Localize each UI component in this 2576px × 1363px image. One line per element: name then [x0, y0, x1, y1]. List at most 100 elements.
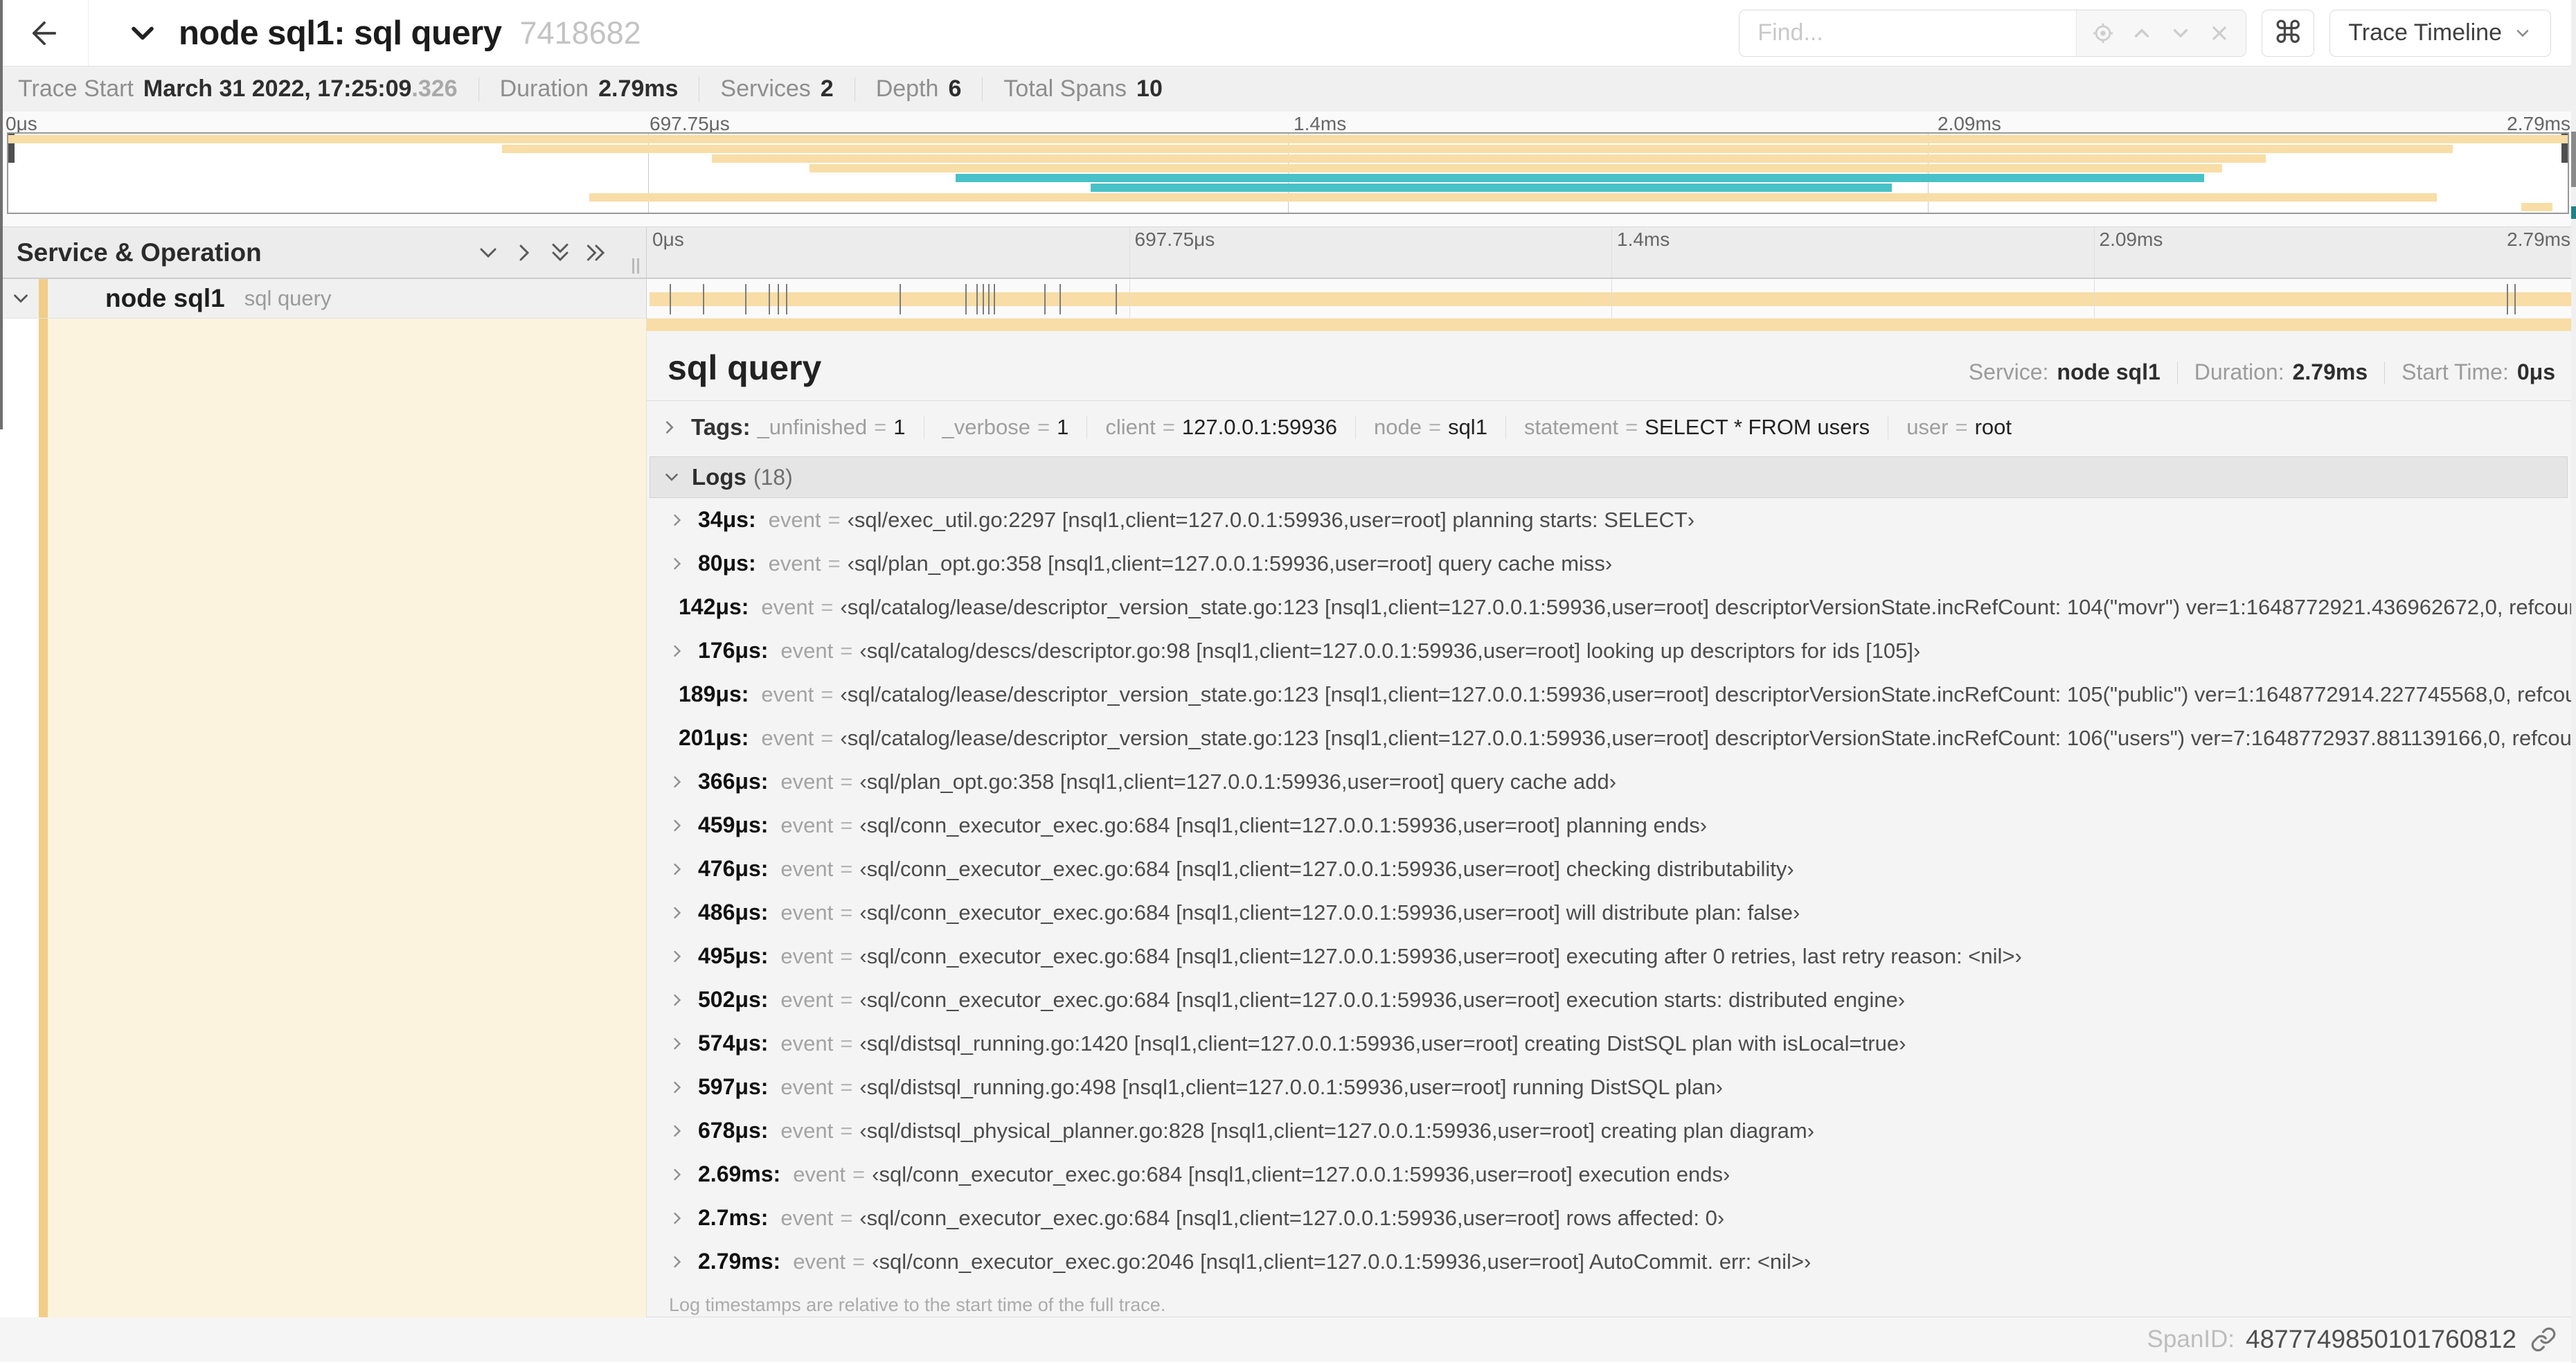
chevron-right-icon: [674, 514, 681, 526]
log-event-marker: [2514, 284, 2516, 314]
locate-icon[interactable]: [2084, 14, 2122, 53]
span-collapse-icon[interactable]: [0, 287, 42, 310]
caret-down-icon: [2516, 29, 2529, 37]
log-event-marker: [1115, 284, 1117, 314]
log-event-value: ‹sql/catalog/descs/descriptor.go:98 [nsq…: [859, 638, 1921, 663]
log-timestamp: 366μs:: [698, 769, 769, 794]
log-event-marker: [1059, 284, 1062, 314]
tag-value: SELECT * FROM users: [1645, 415, 1870, 439]
log-timestamp: 201μs:: [679, 725, 749, 750]
keyboard-shortcuts-button[interactable]: ⌘: [2262, 9, 2315, 57]
tag-equals: =: [874, 415, 887, 439]
time-tick-label: 1.4ms: [1617, 229, 1670, 250]
log-timestamp: 574μs:: [698, 1031, 769, 1055]
log-row[interactable]: 486μs: event = ‹sql/conn_executor_exec.g…: [647, 891, 2576, 934]
time-tick-label: 0μs: [652, 229, 684, 250]
tag-key: user: [1906, 415, 1949, 439]
log-row[interactable]: 34μs: event = ‹sql/exec_util.go:2297 [ns…: [647, 498, 2576, 542]
tag-value: root: [1974, 415, 2012, 439]
span-timeline-cell[interactable]: [647, 279, 2576, 319]
meta-label: Total Spans: [1003, 75, 1127, 102]
collapse-one-icon[interactable]: [470, 235, 506, 271]
log-timestamp: 189μs:: [679, 682, 749, 706]
log-timestamp: 34μs:: [698, 507, 756, 532]
tag-value: sql1: [1448, 415, 1487, 439]
chevron-right-icon: [674, 950, 681, 962]
log-row[interactable]: 2.69ms: event = ‹sql/conn_executor_exec.…: [647, 1152, 2576, 1196]
tag-key: _verbose: [942, 415, 1031, 439]
log-row[interactable]: 176μs: event = ‹sql/catalog/descs/descri…: [647, 629, 2576, 672]
scrollbar-mark: [2571, 206, 2576, 219]
log-rows: 34μs: event = ‹sql/exec_util.go:2297 [ns…: [647, 498, 2576, 1283]
chevron-down-icon[interactable]: [125, 15, 161, 51]
log-equals: =: [840, 769, 853, 794]
log-event-key: event: [793, 1161, 846, 1186]
column-resizer-handle[interactable]: [629, 258, 639, 274]
log-row[interactable]: 189μs: event = ‹sql/catalog/lease/descri…: [647, 672, 2576, 716]
meta-item: Total Spans 10: [1003, 75, 1163, 103]
log-row[interactable]: 678μs: event = ‹sql/distsql_physical_pla…: [647, 1109, 2576, 1152]
log-timestamp: 2.79ms:: [698, 1249, 781, 1274]
log-row[interactable]: 574μs: event = ‹sql/distsql_running.go:1…: [647, 1022, 2576, 1065]
log-event-value: ‹sql/conn_executor_exec.go:684 [nsql1,cl…: [859, 812, 1708, 837]
log-event-key: event: [780, 1205, 834, 1230]
grid-line: [1611, 279, 1612, 318]
tags-toggle-row[interactable]: Tags: _unfinished = 1 _verbose = 1 clien…: [659, 411, 2576, 444]
log-row[interactable]: 2.7ms: event = ‹sql/conn_executor_exec.g…: [647, 1196, 2576, 1240]
log-event-value: ‹sql/exec_util.go:2297 [nsql1,client=127…: [847, 507, 1695, 532]
log-row[interactable]: 476μs: event = ‹sql/conn_executor_exec.g…: [647, 847, 2576, 891]
log-equals: =: [821, 594, 834, 619]
log-event-value: ‹sql/conn_executor_exec.go:684 [nsql1,cl…: [859, 1205, 1725, 1230]
expand-all-icon[interactable]: [578, 235, 614, 271]
log-row[interactable]: 459μs: event = ‹sql/conn_executor_exec.g…: [647, 803, 2576, 847]
scrollbar-track[interactable]: [2571, 0, 2576, 1363]
meta-item: Trace Start March 31 2022, 17:25:09 .326: [18, 75, 458, 103]
time-tick-label: 2.09ms: [2099, 229, 2163, 250]
find-group: [1739, 9, 2247, 57]
page-title: node sql1: sql query: [179, 14, 502, 52]
grid-line: [2093, 279, 2095, 318]
log-row[interactable]: 495μs: event = ‹sql/conn_executor_exec.g…: [647, 934, 2576, 978]
log-row[interactable]: 597μs: event = ‹sql/distsql_running.go:4…: [647, 1065, 2576, 1109]
log-event-value: ‹sql/conn_executor_exec.go:684 [nsql1,cl…: [872, 1161, 1730, 1186]
log-event-marker: [994, 284, 996, 314]
detail-header[interactable]: sql query Service: node sql1 Duration: 2…: [647, 331, 2576, 388]
scrollbar-thumb[interactable]: [2571, 132, 2576, 187]
service-color-stripe: [39, 319, 48, 1317]
start-time-label: Start Time:: [2401, 359, 2509, 384]
next-match-icon[interactable]: [2161, 14, 2200, 53]
log-event-marker: [670, 284, 672, 314]
log-equals: =: [840, 638, 853, 663]
log-row[interactable]: 502μs: event = ‹sql/conn_executor_exec.g…: [647, 978, 2576, 1022]
minimap-span-bar: [809, 164, 2223, 172]
log-row[interactable]: 142μs: event = ‹sql/catalog/lease/descri…: [647, 585, 2576, 629]
tag-equals: =: [1037, 415, 1050, 439]
tag-key: statement: [1523, 415, 1619, 439]
grid-line: [1611, 227, 1612, 278]
logs-footer-note: Log timestamps are relative to the start…: [669, 1294, 1166, 1315]
meta-item: Depth 6: [876, 75, 962, 103]
log-event-value: ‹sql/conn_executor_exec.go:684 [nsql1,cl…: [859, 987, 1906, 1012]
logs-toggle-row[interactable]: Logs (18): [650, 456, 2568, 498]
prev-match-icon[interactable]: [2122, 14, 2161, 53]
log-timestamp: 459μs:: [698, 812, 769, 837]
tag-item: _unfinished = 1: [758, 415, 906, 440]
log-row[interactable]: 366μs: event = ‹sql/plan_opt.go:358 [nsq…: [647, 760, 2576, 803]
expand-one-icon[interactable]: [506, 235, 542, 271]
log-row[interactable]: 2.79ms: event = ‹sql/conn_executor_exec.…: [647, 1240, 2576, 1283]
log-event-value: ‹sql/conn_executor_exec.go:684 [nsql1,cl…: [859, 900, 1800, 925]
log-row[interactable]: 80μs: event = ‹sql/plan_opt.go:358 [nsql…: [647, 542, 2576, 585]
back-button[interactable]: [0, 0, 89, 66]
span-row[interactable]: node sql1 sql query: [0, 278, 2576, 319]
link-icon[interactable]: [2530, 1326, 2557, 1353]
log-event-key: event: [761, 682, 814, 706]
trace-meta-bar: Trace Start March 31 2022, 17:25:09 .326…: [0, 66, 2576, 112]
timeline-minimap[interactable]: [7, 132, 2569, 214]
trace-view-selector[interactable]: Trace Timeline: [2329, 9, 2551, 57]
span-track: [647, 279, 2576, 318]
clear-search-icon[interactable]: [2200, 14, 2239, 53]
collapse-all-icon[interactable]: [542, 235, 578, 271]
log-event-value: ‹sql/catalog/lease/descriptor_version_st…: [840, 725, 2576, 750]
find-input[interactable]: [1739, 10, 2077, 56]
log-row[interactable]: 201μs: event = ‹sql/catalog/lease/descri…: [647, 716, 2576, 760]
